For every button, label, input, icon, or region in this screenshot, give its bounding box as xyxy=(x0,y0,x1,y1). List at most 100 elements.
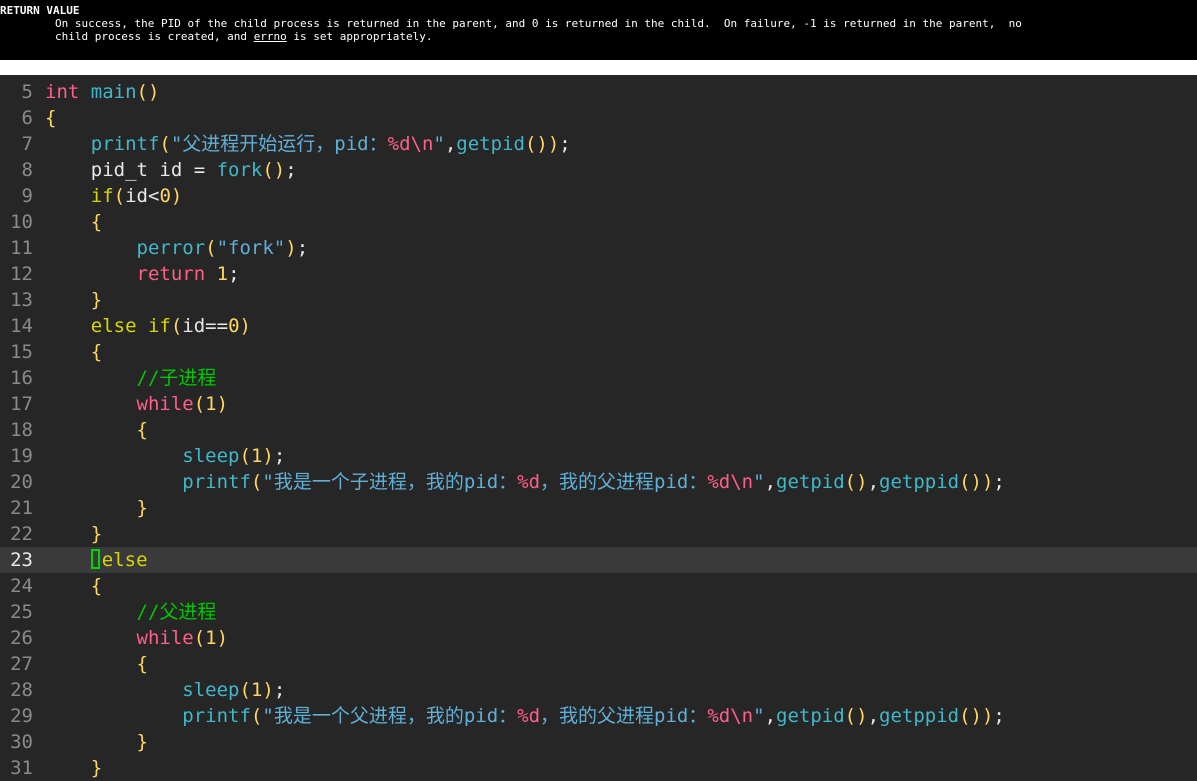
code-line[interactable]: 16 //子进程 xyxy=(0,365,1197,391)
code-text: } xyxy=(45,755,102,781)
code-line[interactable]: 30 } xyxy=(0,729,1197,755)
code-token: ( xyxy=(193,393,206,415)
line-number: 16 xyxy=(10,367,33,389)
code-token: 1 xyxy=(216,263,229,285)
code-token: ; xyxy=(285,159,297,181)
code-line[interactable]: 10 { xyxy=(0,209,1197,235)
code-token: ( xyxy=(239,445,251,467)
code-token: { xyxy=(90,211,103,233)
code-token: fork xyxy=(216,159,263,181)
code-line[interactable]: 19 sleep(1); xyxy=(0,443,1197,469)
code-token: getppid xyxy=(879,705,960,727)
code-line[interactable]: 22 } xyxy=(0,521,1197,547)
code-token: ) xyxy=(262,445,274,467)
code-line[interactable]: 21 } xyxy=(0,495,1197,521)
code-token: return xyxy=(136,263,206,285)
line-number: 26 xyxy=(10,627,33,649)
code-token: { xyxy=(136,419,148,441)
code-token: ()) xyxy=(959,471,994,493)
line-number: 12 xyxy=(10,263,33,285)
code-line[interactable]: 17 while(1) xyxy=(0,391,1197,417)
code-token: if xyxy=(90,185,114,207)
code-line[interactable]: 15 { xyxy=(0,339,1197,365)
code-text: { xyxy=(45,417,148,443)
code-token: ) xyxy=(285,237,297,259)
code-line[interactable]: 29 printf("我是一个父进程，我的pid：%d，我的父进程pid：%d\… xyxy=(0,703,1197,729)
code-token: getpid xyxy=(776,705,845,727)
code-line[interactable]: 23 else xyxy=(0,547,1197,573)
code-token: , xyxy=(867,705,880,727)
code-line[interactable]: 31 } xyxy=(0,755,1197,781)
code-token: ; xyxy=(559,133,571,155)
code-token: "我是一个子进程，我的pid： xyxy=(262,471,518,493)
code-line[interactable]: 11 perror("fork"); xyxy=(0,235,1197,261)
code-token: int xyxy=(45,81,80,103)
code-text: pid_t id = fork(); xyxy=(45,157,297,183)
code-token: ()) xyxy=(524,133,560,155)
code-token: 1 xyxy=(205,627,217,649)
line-number: 11 xyxy=(10,237,33,259)
code-line[interactable]: 25 //父进程 xyxy=(0,599,1197,625)
code-token: ; xyxy=(993,705,1005,727)
man-page-panel: RETURN VALUE On success, the PID of the … xyxy=(0,0,1197,60)
code-token: 1 xyxy=(205,393,217,415)
code-token: main xyxy=(90,81,137,103)
line-number: 9 xyxy=(21,185,33,207)
code-token: } xyxy=(90,757,103,779)
code-text: sleep(1); xyxy=(45,677,285,703)
code-line[interactable]: 12 return 1; xyxy=(0,261,1197,287)
code-line[interactable]: 27 { xyxy=(0,651,1197,677)
code-text: } xyxy=(45,521,102,547)
code-line[interactable]: 14 else if(id==0) xyxy=(0,313,1197,339)
code-token: 1 xyxy=(250,679,263,701)
code-line[interactable]: 8 pid_t id = fork(); xyxy=(0,157,1197,183)
line-number: 10 xyxy=(10,211,33,233)
code-text: printf("父进程开始运行，pid：%d\n",getpid()); xyxy=(45,131,571,157)
code-text: while(1) xyxy=(45,391,229,417)
line-number: 13 xyxy=(10,289,33,311)
code-line[interactable]: 26 while(1) xyxy=(0,625,1197,651)
code-token: while xyxy=(136,393,194,415)
code-line[interactable]: 9 if(id<0) xyxy=(0,183,1197,209)
code-token: pid_t id = xyxy=(45,159,217,181)
errno-link[interactable]: errno xyxy=(254,30,287,43)
code-text: else if(id==0) xyxy=(45,313,251,339)
code-token: } xyxy=(136,497,148,519)
code-line[interactable]: 13 } xyxy=(0,287,1197,313)
code-line[interactable]: 28 sleep(1); xyxy=(0,677,1197,703)
code-text: else xyxy=(45,547,148,573)
man-text-line-2-pre: child process is created, and xyxy=(55,30,254,43)
code-line[interactable]: 7 printf("父进程开始运行，pid：%d\n",getpid()); xyxy=(0,131,1197,157)
code-token: //子进程 xyxy=(136,367,217,389)
code-token: "父进程开始运行，pid： xyxy=(170,133,388,155)
code-token: { xyxy=(136,653,148,675)
line-number: 27 xyxy=(10,653,33,675)
code-token: ; xyxy=(273,679,286,701)
code-line[interactable]: 5 int main() xyxy=(0,79,1197,105)
code-token: { xyxy=(90,341,103,363)
code-line[interactable]: 18 { xyxy=(0,417,1197,443)
code-token: getpid xyxy=(456,133,525,155)
code-text: } xyxy=(45,495,148,521)
line-number: 18 xyxy=(10,419,33,441)
code-token: sleep xyxy=(182,445,240,467)
code-text: } xyxy=(45,729,148,755)
code-line[interactable]: 6{ xyxy=(0,105,1197,131)
code-line[interactable]: 24 { xyxy=(0,573,1197,599)
code-token: getpid xyxy=(776,471,845,493)
code-line[interactable]: 20 printf("我是一个子进程，我的pid：%d，我的父进程pid：%d\… xyxy=(0,469,1197,495)
man-text-line-2-post: is set appropriately. xyxy=(286,30,433,43)
code-editor[interactable]: 5 int main() 6{7 printf("父进程开始运行，pid：%d\n"… xyxy=(0,75,1197,781)
code-token: while xyxy=(136,627,194,649)
code-token: () xyxy=(844,471,868,493)
